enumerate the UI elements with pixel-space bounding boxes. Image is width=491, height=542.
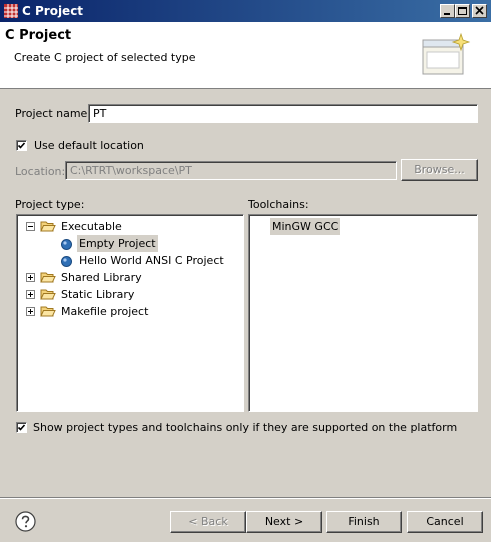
project-type-label: Project type: xyxy=(15,198,85,211)
title-bar[interactable]: C Project xyxy=(0,0,491,22)
location-label: Location: xyxy=(15,165,66,178)
tree-item-makefile-project[interactable]: Makefile project xyxy=(17,303,243,320)
cancel-button[interactable]: Cancel xyxy=(407,511,483,533)
minimize-button[interactable] xyxy=(440,4,455,18)
toolchains-label: Toolchains: xyxy=(248,198,309,211)
tree-item-label: Shared Library xyxy=(61,271,142,284)
app-icon xyxy=(3,3,19,19)
wizard-header: C Project Create C project of selected t… xyxy=(0,22,491,89)
folder-icon xyxy=(40,304,56,323)
toolchain-item-label: MinGW GCC xyxy=(270,218,341,235)
use-default-location-checkbox[interactable] xyxy=(16,140,27,151)
tree-item-executable[interactable]: Executable xyxy=(17,218,243,235)
close-button[interactable] xyxy=(472,4,487,18)
window-title: C Project xyxy=(22,4,84,18)
tree-item-label: Empty Project xyxy=(77,235,158,252)
tree-item-empty-project[interactable]: Empty Project xyxy=(17,235,243,252)
tree-item-hello-world[interactable]: Hello World ANSI C Project xyxy=(17,252,243,269)
expand-icon[interactable] xyxy=(26,290,35,299)
tree-item-shared-library[interactable]: Shared Library xyxy=(17,269,243,286)
next-button[interactable]: Next > xyxy=(246,511,322,533)
button-bar-separator xyxy=(0,497,491,499)
expand-icon[interactable] xyxy=(26,273,35,282)
browse-button[interactable]: Browse... xyxy=(401,159,478,181)
collapse-icon[interactable] xyxy=(26,222,35,231)
maximize-button[interactable] xyxy=(455,4,470,18)
back-button[interactable]: < Back xyxy=(170,511,246,533)
finish-button[interactable]: Finish xyxy=(326,511,402,533)
help-icon[interactable] xyxy=(15,511,36,535)
tree-item-label: Executable xyxy=(61,220,122,233)
location-field[interactable]: C:\RTRT\workspace\PT xyxy=(65,161,397,180)
project-type-tree[interactable]: Executable Empty Project Hello World ANS… xyxy=(16,214,244,412)
tree-item-static-library[interactable]: Static Library xyxy=(17,286,243,303)
wizard-title: C Project xyxy=(5,28,72,43)
show-supported-only-checkbox[interactable] xyxy=(16,422,27,433)
tree-item-label: Makefile project xyxy=(61,305,149,318)
project-name-label: Project name: xyxy=(15,107,92,120)
wizard-banner-icon xyxy=(421,32,471,83)
expand-icon[interactable] xyxy=(26,307,35,316)
tree-item-label: Hello World ANSI C Project xyxy=(79,254,224,267)
show-supported-only-label: Show project types and toolchains only i… xyxy=(33,421,458,434)
use-default-location-label: Use default location xyxy=(34,139,144,152)
toolchains-list[interactable]: MinGW GCC xyxy=(248,214,478,412)
tree-item-label: Static Library xyxy=(61,288,135,301)
wizard-description: Create C project of selected type xyxy=(14,51,196,64)
project-name-field[interactable]: PT xyxy=(88,104,478,123)
